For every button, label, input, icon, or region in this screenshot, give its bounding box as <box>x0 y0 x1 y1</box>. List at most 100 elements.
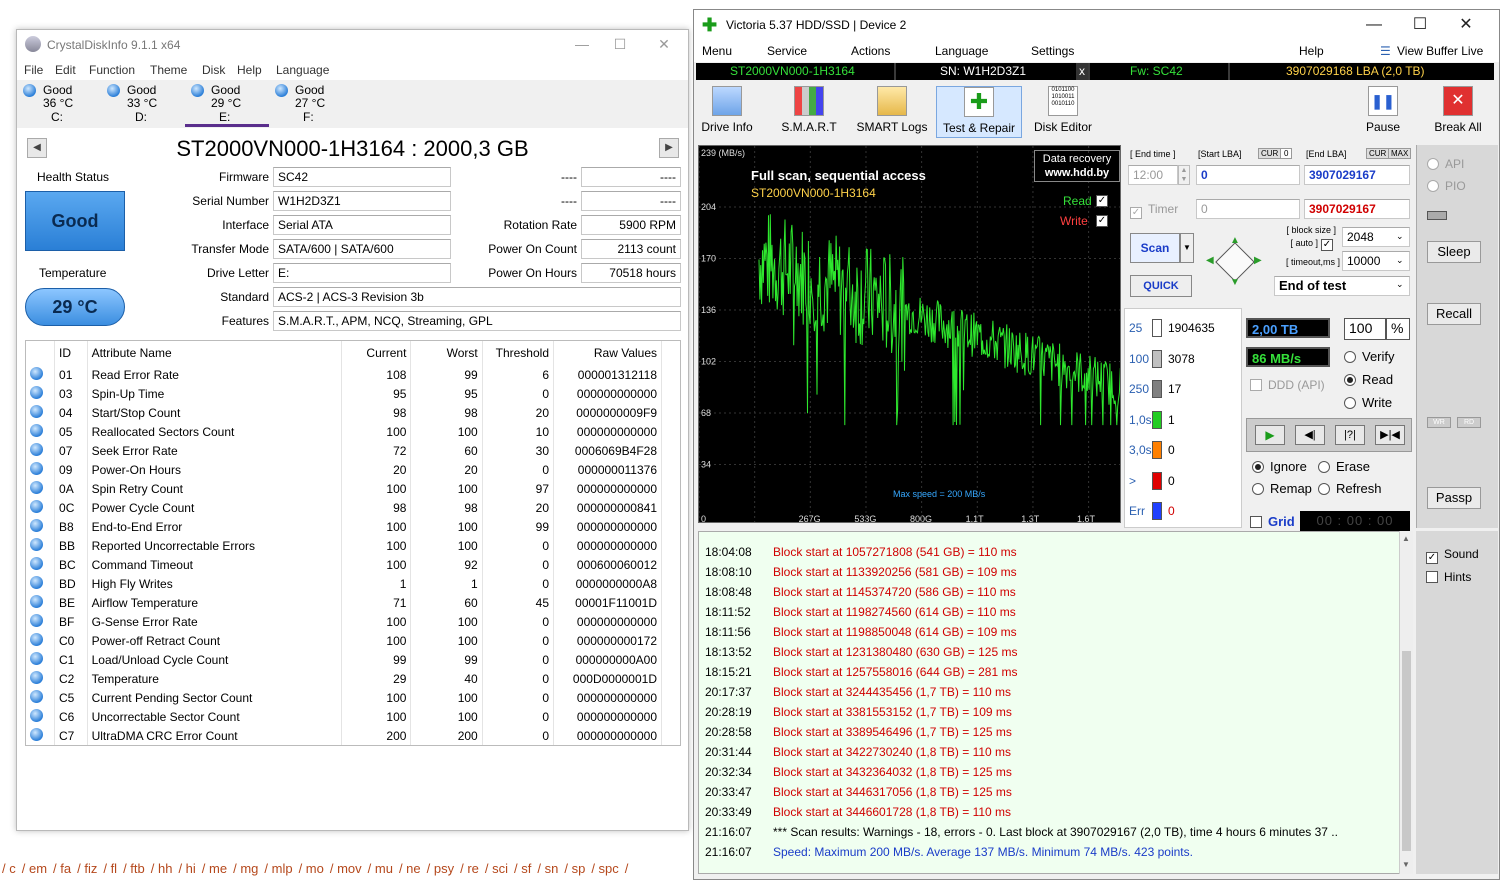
end-of-test-select[interactable]: End of test <box>1274 276 1410 296</box>
sleep-button[interactable]: Sleep <box>1427 241 1481 263</box>
smart-row[interactable]: C7 UltraDMA CRC Error Count 200 200 0 0000000… <box>26 726 662 745</box>
drive-tab-c[interactable]: Good 36 °C C: <box>17 80 97 128</box>
end-time-field[interactable]: 12:00 <box>1128 165 1178 185</box>
end-time-spinner-icon[interactable]: ▲ ▼ <box>1178 165 1190 185</box>
maximize-icon[interactable]: ☐ <box>1400 14 1440 36</box>
footer-link[interactable]: / mo <box>299 861 324 876</box>
rd-button[interactable]: RD <box>1457 417 1481 428</box>
grid-checkbox[interactable]: Grid <box>1250 514 1295 529</box>
menu-actions[interactable]: Actions <box>851 44 890 58</box>
footer-link[interactable]: / fiz <box>77 861 97 876</box>
smart-row[interactable]: B8 End-to-End Error 100 100 99 000000000000 <box>26 517 662 536</box>
smart-row[interactable]: 03 Spin-Up Time 95 95 0 000000000000 <box>26 384 662 403</box>
smart-row[interactable]: 04 Start/Stop Count 98 98 20 0000000009F9 <box>26 403 662 422</box>
scroll-down-icon[interactable]: ▼ <box>1402 860 1410 869</box>
test-repair-button[interactable]: ✚ Test & Repair <box>936 86 1022 138</box>
write-legend-checkbox[interactable]: ✓ <box>1096 215 1108 227</box>
smart-row[interactable]: C5 Current Pending Sector Count 100 100 0 000… <box>26 688 662 707</box>
timer-field[interactable]: 0 <box>1196 199 1300 219</box>
smart-row[interactable]: C0 Power-off Retract Count 100 100 0 00000000… <box>26 631 662 650</box>
menu-function[interactable]: Function <box>89 63 135 77</box>
footer-link[interactable]: / psy <box>427 861 454 876</box>
footer-link[interactable]: / mov <box>330 861 362 876</box>
hints-checkbox[interactable]: Hints <box>1426 570 1471 584</box>
info-close-x[interactable]: x <box>1076 63 1088 80</box>
smart-row[interactable]: 0C Power Cycle Count 98 98 20 000000000841 <box>26 498 662 517</box>
close-icon[interactable]: ✕ <box>647 33 681 55</box>
col-id[interactable]: ID <box>54 341 88 365</box>
next-drive-icon[interactable]: ▶ <box>659 138 679 158</box>
col-attribute-name[interactable]: Attribute Name <box>87 341 343 365</box>
smart-row[interactable]: BB Reported Uncorrectable Errors 100 100 0 00… <box>26 536 662 555</box>
footer-link[interactable]: / mg <box>233 861 258 876</box>
smart-row[interactable]: C1 Load/Unload Cycle Count 99 99 0 000000000A… <box>26 650 662 669</box>
menu-help[interactable]: Help <box>1299 44 1324 58</box>
smart-button[interactable]: S.M.A.R.T <box>770 86 848 138</box>
scroll-thumb[interactable] <box>1402 651 1411 851</box>
end-max-button[interactable]: MAX <box>1388 148 1412 159</box>
start-lba-field[interactable]: 0 <box>1196 165 1300 185</box>
pause-button[interactable]: ❚❚ Pause <box>1356 86 1410 138</box>
drive-info-button[interactable]: Drive Info <box>696 86 758 138</box>
footer-link[interactable]: / sf <box>514 861 531 876</box>
menu-language[interactable]: Language <box>935 44 988 58</box>
end-icon[interactable]: ▶|◀ <box>1375 425 1405 445</box>
footer-link[interactable]: / fa <box>53 861 71 876</box>
footer-link[interactable]: / ftb <box>123 861 145 876</box>
menu-language[interactable]: Language <box>276 63 329 77</box>
arrow-left-icon[interactable]: ◀ <box>1206 255 1214 266</box>
footer-link[interactable]: / hh <box>151 861 173 876</box>
action-remap-radio[interactable]: Remap <box>1252 481 1312 496</box>
footer-link[interactable]: / fl <box>103 861 117 876</box>
start-zero-button[interactable]: 0 <box>1280 148 1293 159</box>
menu-disk[interactable]: Disk <box>202 63 225 77</box>
scan-dropdown-icon[interactable]: ▼ <box>1180 233 1194 263</box>
smart-row[interactable]: 0A Spin Retry Count 100 100 97 000000000000 <box>26 479 662 498</box>
footer-link[interactable]: / em <box>22 861 47 876</box>
wr-button[interactable]: WR <box>1427 417 1451 428</box>
col-current[interactable]: Current <box>341 341 412 365</box>
smart-row[interactable]: C6 Uncorrectable Sector Count 100 100 0 00000… <box>26 707 662 726</box>
ddd-api-checkbox[interactable]: DDD (API) <box>1250 378 1325 392</box>
view-buffer-live[interactable]: View Buffer Live <box>1397 44 1483 58</box>
footer-link[interactable]: / sci <box>485 861 508 876</box>
footer-link[interactable]: / mu <box>368 861 393 876</box>
smart-row[interactable]: C2 Temperature 29 40 0 000D0000001D <box>26 669 662 688</box>
timer-checkbox[interactable]: ✓ Timer <box>1130 202 1178 219</box>
arrow-right-icon[interactable]: ▶ <box>1254 255 1262 266</box>
recall-button[interactable]: Recall <box>1427 303 1481 325</box>
rewind-icon[interactable]: ◀| <box>1295 425 1325 445</box>
direction-pad[interactable]: ▲ ▼ ◀ ▶ <box>1204 231 1266 293</box>
menu-theme[interactable]: Theme <box>150 63 187 77</box>
menu-file[interactable]: File <box>24 63 43 77</box>
action-ignore-radio[interactable]: Ignore <box>1252 459 1307 474</box>
drive-tab-e[interactable]: Good 29 °C E: <box>185 80 265 128</box>
skip-icon[interactable]: |?| <box>1335 425 1365 445</box>
action-erase-radio[interactable]: Erase <box>1318 459 1370 474</box>
end-cur-button[interactable]: CUR <box>1366 148 1390 159</box>
maximize-icon[interactable]: ☐ <box>603 33 637 55</box>
arrow-down-icon[interactable]: ▼ <box>1230 277 1240 288</box>
scan-button[interactable]: Scan <box>1130 233 1180 263</box>
auto-checkbox[interactable]: ✓ <box>1321 239 1333 251</box>
health-status-button[interactable]: Good <box>25 191 125 251</box>
quick-button[interactable]: QUICK <box>1130 275 1192 297</box>
footer-link[interactable]: / hi <box>178 861 195 876</box>
mode-write-radio[interactable]: Write <box>1344 395 1392 410</box>
footer-link[interactable]: / me <box>202 861 227 876</box>
api-radio[interactable]: API <box>1427 157 1464 171</box>
drive-tab-d[interactable]: Good 33 °C D: <box>101 80 181 128</box>
log-scrollbar[interactable]: ▲ ▼ <box>1399 531 1413 874</box>
passp-button[interactable]: Passp <box>1427 487 1481 509</box>
mode-verify-radio[interactable]: Verify <box>1344 349 1395 364</box>
play-icon[interactable]: ▶ <box>1255 425 1285 445</box>
footer-link[interactable]: / spc <box>591 861 618 876</box>
pio-radio[interactable]: PIO <box>1427 179 1466 193</box>
sound-checkbox[interactable]: ✓ Sound <box>1426 547 1479 564</box>
smart-row[interactable]: BF G-Sense Error Rate 100 100 0 000000000000 <box>26 612 662 631</box>
data-recovery-badge[interactable]: Data recovery www.hdd.by <box>1034 150 1120 182</box>
mode-read-radio[interactable]: Read <box>1344 372 1393 387</box>
col-worst[interactable]: Worst <box>410 341 483 365</box>
disk-editor-button[interactable]: 0101100 1010011 0010110 Disk Editor <box>1030 86 1096 138</box>
smart-row[interactable]: BE Airflow Temperature 71 60 45 00001F11001D <box>26 593 662 612</box>
